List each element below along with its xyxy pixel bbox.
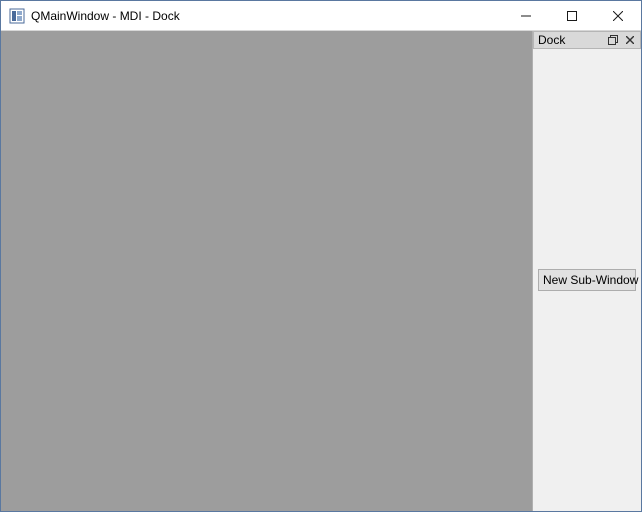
window-title: QMainWindow - MDI - Dock xyxy=(31,9,503,23)
new-sub-window-button[interactable]: New Sub-Window xyxy=(538,269,636,291)
dock-panel: Dock New Sub-Window xyxy=(533,31,641,511)
close-button[interactable] xyxy=(595,1,641,30)
minimize-button[interactable] xyxy=(503,1,549,30)
maximize-button[interactable] xyxy=(549,1,595,30)
window-controls xyxy=(503,1,641,30)
dock-body: New Sub-Window xyxy=(533,49,641,511)
dock-close-button[interactable] xyxy=(622,33,638,47)
mdi-area[interactable] xyxy=(1,31,533,511)
app-icon xyxy=(9,8,25,24)
dock-title: Dock xyxy=(538,33,604,47)
dock-float-button[interactable] xyxy=(605,33,621,47)
client-area: Dock New Sub-Window xyxy=(1,31,641,511)
dock-header[interactable]: Dock xyxy=(533,31,641,49)
title-bar: QMainWindow - MDI - Dock xyxy=(1,1,641,31)
